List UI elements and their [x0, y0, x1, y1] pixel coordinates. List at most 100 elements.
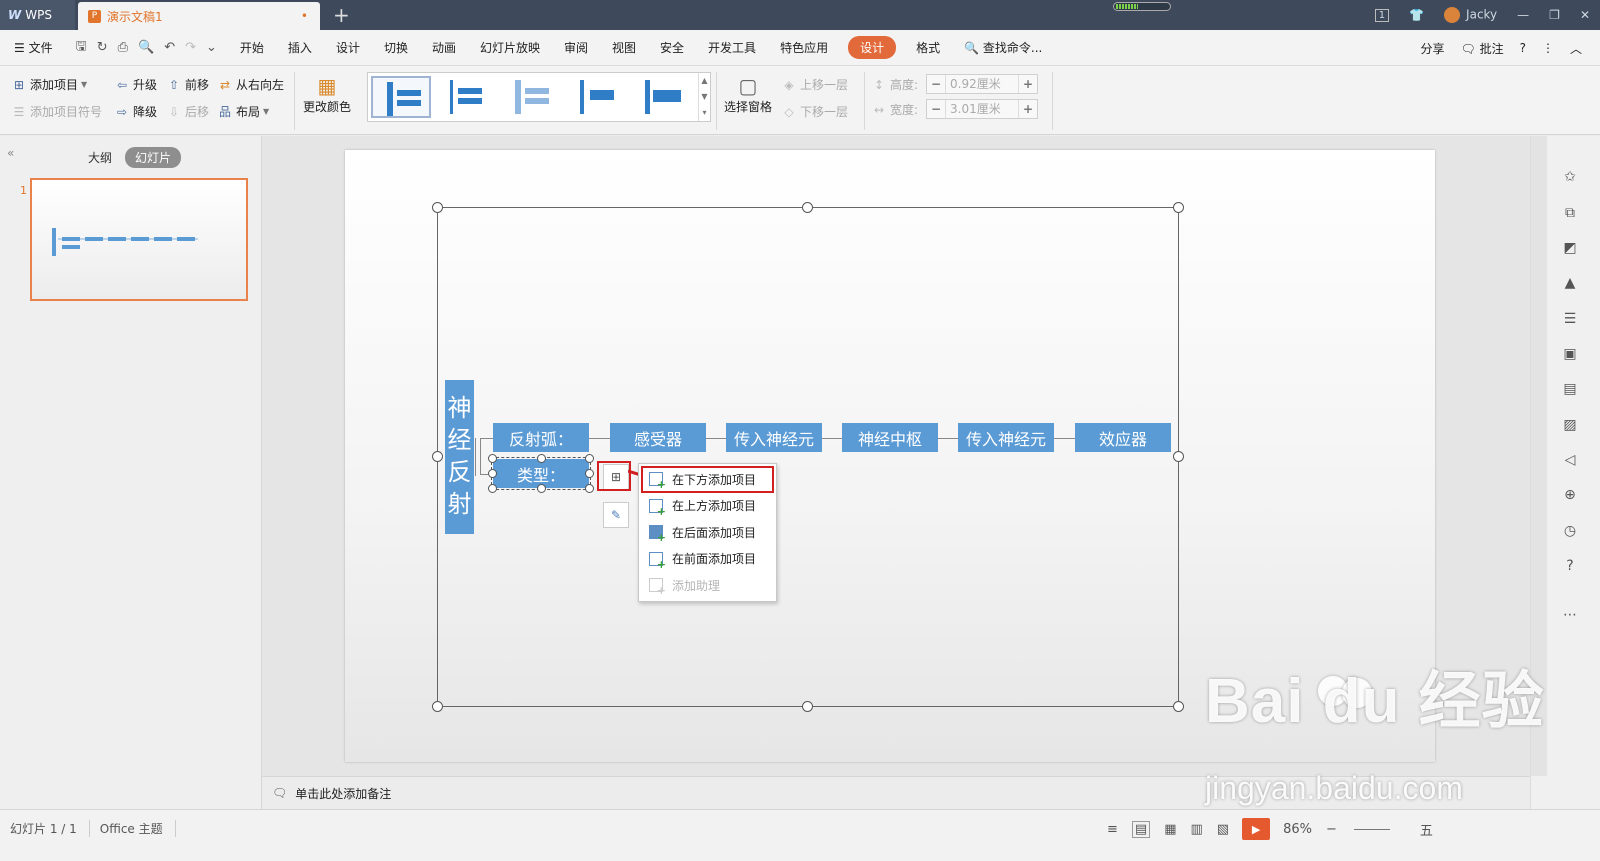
file-menu[interactable]: ☰ 文件	[0, 39, 65, 56]
tab-design[interactable]: 设计	[324, 39, 372, 56]
tab-features[interactable]: 特色应用	[768, 39, 840, 56]
smartart-node[interactable]: 反射弧：	[493, 423, 589, 452]
print-preview-icon[interactable]: 🔍	[138, 40, 154, 55]
add-bullet-button[interactable]: ☰ 添加项目符号	[12, 103, 102, 120]
comment-button[interactable]: 🗨 批注	[1461, 40, 1504, 57]
tab-format[interactable]: 格式	[904, 39, 952, 56]
ime-indicator[interactable]: 五	[1420, 820, 1433, 839]
node-handle[interactable]	[537, 454, 546, 463]
change-colors-button[interactable]: ▦ 更改颜色	[303, 74, 351, 115]
skin-icon[interactable]: 👕	[1409, 8, 1424, 22]
increase-width-button[interactable]: +	[1019, 102, 1037, 116]
fill-icon[interactable]: ▲	[1559, 272, 1581, 294]
menu-item-add-before[interactable]: 在前面添加项目	[639, 546, 776, 573]
smartart-node[interactable]: 神经中枢	[842, 423, 938, 452]
resize-handle[interactable]	[1173, 202, 1184, 213]
normal-view-icon[interactable]: ▤	[1131, 820, 1151, 838]
collapse-panel-icon[interactable]: «	[7, 146, 14, 160]
smartart-node[interactable]: 感受器	[610, 423, 706, 452]
tab-home[interactable]: 开始	[228, 39, 276, 56]
node-handle[interactable]	[585, 469, 594, 478]
tab-view[interactable]: 视图	[600, 39, 648, 56]
play-slideshow-button[interactable]: ▶	[1242, 818, 1271, 840]
share-button[interactable]: 分享	[1421, 40, 1445, 57]
resize-handle[interactable]	[432, 451, 443, 462]
node-handle[interactable]	[537, 484, 546, 493]
zoom-level[interactable]: 86%	[1283, 822, 1312, 837]
gallery-icon[interactable]: ▣	[1559, 343, 1581, 365]
resize-handle[interactable]	[1173, 451, 1184, 462]
more-icon[interactable]: ⋯	[1559, 604, 1581, 626]
demote-button[interactable]: ⇨ 降级	[115, 103, 157, 120]
document-tab[interactable]: P 演示文稿1 •	[78, 2, 320, 30]
image-icon[interactable]: ▨	[1559, 414, 1581, 436]
layout-option[interactable]	[371, 76, 431, 118]
slide-sorter-icon[interactable]: ▦	[1164, 822, 1176, 837]
slide-thumbnail[interactable]	[30, 178, 248, 301]
selection-pane-button[interactable]: ▢ 选择窗格	[724, 74, 772, 115]
print-icon[interactable]: ⎙	[118, 40, 128, 55]
notes-toggle-icon[interactable]: ≡	[1107, 822, 1118, 837]
node-handle[interactable]	[585, 484, 594, 493]
close-icon[interactable]: ✕	[1580, 8, 1590, 22]
smartart-title-node[interactable]: 神经反射	[445, 380, 474, 534]
history-icon[interactable]: ◷	[1559, 520, 1581, 542]
layout-option[interactable]	[566, 76, 626, 118]
tab-security[interactable]: 安全	[648, 39, 696, 56]
node-handle[interactable]	[585, 454, 594, 463]
open-icon[interactable]: ↻	[97, 40, 108, 55]
audio-icon[interactable]: ◁	[1559, 449, 1581, 471]
width-input[interactable]: − 3.01厘米 +	[926, 99, 1038, 119]
node-handle[interactable]	[488, 454, 497, 463]
increase-height-button[interactable]: +	[1019, 77, 1037, 91]
undo-icon[interactable]: ↶	[164, 40, 175, 55]
redo-icon[interactable]: ↷	[185, 40, 196, 55]
archive-icon[interactable]: ▤	[1559, 378, 1581, 400]
tab-developer[interactable]: 开发工具	[696, 39, 768, 56]
tab-slides[interactable]: 幻灯片	[125, 147, 182, 168]
pin-icon[interactable]: ✩	[1559, 166, 1581, 188]
window-count-badge[interactable]: 1	[1374, 8, 1390, 22]
menu-item-add-after[interactable]: 在后面添加项目	[639, 519, 776, 546]
settings-sliders-icon[interactable]: ☰	[1559, 308, 1581, 330]
resize-handle[interactable]	[432, 701, 443, 712]
layout-button[interactable]: 品 布局 ▼	[218, 103, 269, 120]
collapse-ribbon-icon[interactable]: ︿	[1570, 40, 1582, 57]
help-icon[interactable]: ?	[1520, 41, 1526, 55]
object-properties-icon[interactable]: ⧉	[1559, 202, 1581, 224]
resize-handle[interactable]	[802, 202, 813, 213]
shapes-icon[interactable]: ◩	[1559, 237, 1581, 259]
more-options-icon[interactable]: ⋮	[1542, 41, 1554, 55]
send-backward-button[interactable]: ◇ 下移一层	[782, 103, 848, 120]
tab-transitions[interactable]: 切换	[372, 39, 420, 56]
decrease-width-button[interactable]: −	[927, 102, 945, 116]
menu-item-add-above[interactable]: 在上方添加项目	[639, 493, 776, 520]
node-handle[interactable]	[488, 484, 497, 493]
new-tab-button[interactable]: +	[333, 3, 350, 27]
tab-insert[interactable]: 插入	[276, 39, 324, 56]
zoom-out-icon[interactable]: −	[1326, 822, 1337, 837]
presenter-view-icon[interactable]: ▧	[1217, 822, 1229, 837]
restore-icon[interactable]: ❐	[1549, 8, 1560, 22]
tab-animations[interactable]: 动画	[420, 39, 468, 56]
bring-forward-button[interactable]: ◈ 上移一层	[782, 76, 848, 93]
save-icon[interactable]: 🖫	[76, 37, 87, 59]
resize-handle[interactable]	[432, 202, 443, 213]
smartart-frame[interactable]	[437, 207, 1179, 707]
move-backward-button[interactable]: ⇩ 后移	[167, 103, 209, 120]
zoom-slider[interactable]	[1353, 828, 1390, 830]
customize-quick-access-icon[interactable]: ⌄	[206, 40, 217, 55]
smartart-node[interactable]: 传入神经元	[726, 423, 822, 452]
gallery-scroll[interactable]: ▲ ▼ ▾	[698, 73, 710, 121]
command-search[interactable]: 🔍 查找命令...	[952, 39, 1054, 56]
move-forward-button[interactable]: ⇧ 前移	[167, 76, 209, 93]
node-handle[interactable]	[488, 469, 497, 478]
text-edit-button[interactable]: ✎	[603, 502, 629, 528]
download-icon[interactable]: ⊕	[1559, 484, 1581, 506]
help-circle-icon[interactable]: ?	[1559, 555, 1581, 577]
height-value[interactable]: 0.92厘米	[945, 75, 1019, 93]
smartart-node[interactable]: 传入神经元	[958, 423, 1054, 452]
layout-option[interactable]	[631, 76, 691, 118]
right-to-left-button[interactable]: ⇄ 从右向左	[218, 76, 284, 93]
minimize-icon[interactable]: —	[1517, 8, 1529, 22]
